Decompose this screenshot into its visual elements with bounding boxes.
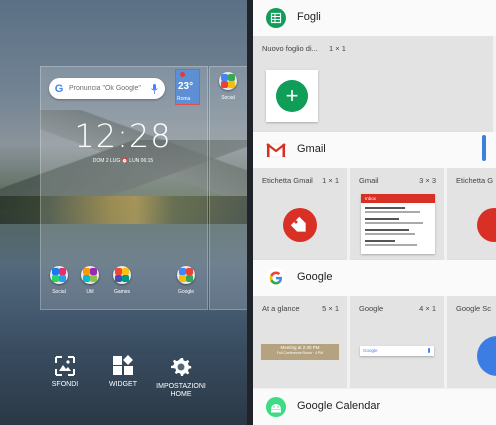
folder-label: Social [221, 95, 235, 101]
clock-date: DOM 2 LUG ⏰ LUN 06:15 [92, 158, 154, 164]
widget-name: Nuovo foglio di... [262, 44, 318, 53]
widgets-label: WIDGET [109, 381, 137, 388]
folder-icon[interactable] [219, 72, 237, 90]
google-search-bar[interactable]: G Pronuncia "Ok Google" [49, 78, 165, 99]
folder-icon[interactable] [113, 266, 131, 284]
android-icon [266, 397, 286, 417]
google-search-preview: Google [360, 346, 434, 356]
folder-label: Games [113, 289, 131, 295]
widget-size: 3 × 3 [419, 176, 436, 185]
glance-text: Meeting at 2:30 PM [280, 345, 320, 350]
settings-gear-icon [169, 355, 193, 379]
weather-widget[interactable]: 23° Roma [175, 69, 200, 105]
folder-icon[interactable] [177, 266, 195, 284]
label-tag-icon [477, 208, 496, 242]
google-g-icon [266, 268, 286, 288]
google-g-icon: G [54, 82, 64, 95]
widget-tile-gmail-label[interactable]: Etichetta Gmail 1 × 1 [253, 168, 350, 260]
weather-temperature: 23° [178, 81, 194, 92]
home-settings-button[interactable]: IMPOSTAZIONI HOME [152, 355, 210, 399]
widget-tile-gmail-label-2[interactable]: Etichetta G [447, 168, 496, 260]
sheets-icon [266, 8, 286, 28]
section-header-google: Google [253, 260, 496, 296]
widget-icon [112, 355, 134, 377]
at-a-glance-preview: Meeting at 2:30 PM Full Conference Room … [261, 344, 339, 360]
wallpaper-icon [54, 355, 76, 377]
widget-name: At a glance [262, 304, 300, 313]
wallpapers-button[interactable]: SFONDI [42, 355, 88, 389]
gmail-icon [266, 140, 286, 160]
microphone-icon [428, 348, 430, 353]
section-header-google-calendar: Google Calendar [253, 389, 496, 425]
widget-size: 5 × 1 [322, 304, 339, 313]
section-title: Google [297, 271, 333, 283]
widgets-button[interactable]: WIDGET [100, 355, 146, 389]
widget-name: Google [359, 304, 384, 313]
widget-tile-at-a-glance[interactable]: At a glance 5 × 1 Meeting at 2:30 PM Ful… [253, 296, 350, 388]
next-home-page-frame[interactable] [209, 66, 247, 310]
home-settings-label: IMPOSTAZIONI HOME [156, 383, 206, 398]
widget-name: Etichetta Gmail [262, 176, 313, 185]
section-header-fogli: Fogli [253, 0, 496, 36]
widget-picker[interactable]: Fogli Nuovo foglio di... 1 × 1 + Gmail E… [253, 0, 496, 425]
widget-tile-gmail-inbox[interactable]: Gmail 3 × 3 Inbox [350, 168, 447, 260]
widget-size: 1 × 1 [322, 176, 339, 185]
new-sheet-preview: + [266, 70, 318, 122]
widget-name: Etichetta G [456, 176, 494, 185]
widget-name: Gmail [359, 176, 379, 185]
folder-label: Google [177, 289, 195, 295]
scrollbar-thumb[interactable] [482, 135, 486, 161]
section-title: Fogli [297, 11, 321, 23]
search-placeholder: Pronuncia "Ok Google" [69, 85, 141, 92]
gmail-inbox-preview: Inbox [361, 194, 435, 254]
section-title: Google Calendar [297, 400, 381, 412]
widget-tile-google-search[interactable]: Google 4 × 1 Google [350, 296, 447, 388]
wallpapers-label: SFONDI [51, 381, 79, 388]
widget-name: Google Sc [456, 304, 492, 313]
add-icon: + [276, 80, 308, 112]
inbox-header: Inbox [361, 194, 435, 203]
folder-icon[interactable] [81, 266, 99, 284]
google-logo-icon: Google [363, 348, 378, 353]
folder-icon[interactable] [50, 266, 68, 284]
weather-city: Roma [177, 96, 191, 102]
widget-size: 4 × 1 [419, 304, 436, 313]
microphone-icon[interactable] [148, 83, 160, 95]
widget-size: 1 × 1 [329, 44, 346, 53]
widget-tile-new-sheet[interactable]: Nuovo foglio di... 1 × 1 + [253, 36, 496, 132]
remove-badge-icon[interactable] [180, 72, 185, 77]
label-tag-icon [283, 208, 317, 242]
clock-time: 12:28 [74, 117, 172, 155]
glance-subtext: Full Conference Room · 4 PM [276, 351, 324, 355]
section-header-gmail: Gmail [253, 132, 496, 168]
home-screen-preview: G Pronuncia "Ok Google" 23° Roma Social … [0, 0, 247, 425]
section-title: Gmail [297, 143, 326, 155]
